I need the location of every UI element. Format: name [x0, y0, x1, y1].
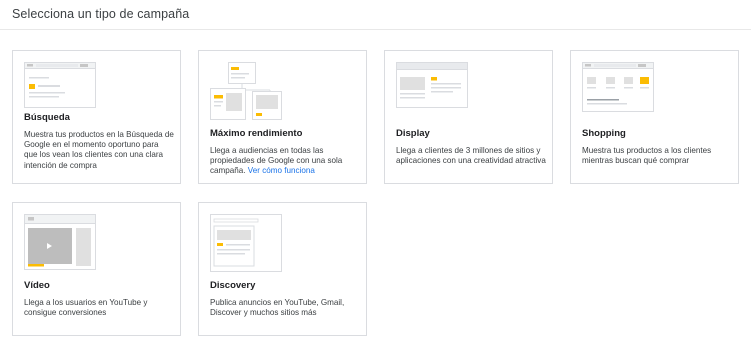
- page-title: Selecciona un tipo de campaña: [12, 7, 190, 21]
- campaign-type-card-performance-max[interactable]: Máximo rendimiento Llega a audiencias en…: [198, 50, 367, 184]
- video-ad-illustration-icon: [24, 214, 96, 270]
- campaign-type-card-shopping[interactable]: Shopping Muestra tus productos a los cli…: [570, 50, 739, 184]
- page-header: Selecciona un tipo de campaña: [0, 0, 751, 30]
- campaign-type-card-discovery[interactable]: Discovery Publica anuncios en YouTube, G…: [198, 202, 367, 336]
- card-description: Llega a los usuarios en YouTube y consig…: [24, 298, 148, 318]
- card-title: Shopping: [582, 128, 626, 139]
- card-description: Muestra tus productos en la Búsqueda de …: [24, 130, 174, 170]
- campaign-type-card-display[interactable]: Display Llega a clientes de 3 millones d…: [384, 50, 553, 184]
- card-title: Display: [396, 128, 430, 139]
- card-title: Máximo rendimiento: [210, 128, 303, 139]
- display-ad-illustration-icon: [396, 62, 468, 108]
- campaign-type-card-search[interactable]: Búsqueda Muestra tus productos en la Bús…: [12, 50, 181, 184]
- learn-how-it-works-link[interactable]: Ver cómo funciona: [248, 166, 315, 175]
- search-ad-illustration-icon: [24, 62, 96, 108]
- card-title: Vídeo: [24, 280, 50, 291]
- performance-max-illustration-icon: [210, 62, 282, 120]
- campaign-type-card-video[interactable]: Vídeo Llega a los usuarios en YouTube y …: [12, 202, 181, 336]
- card-description: Llega a clientes de 3 millones de sitios…: [396, 146, 546, 166]
- card-description: Llega a audiencias en todas las propieda…: [210, 146, 360, 177]
- card-description: Muestra tus productos a los clientes mie…: [582, 146, 712, 166]
- discovery-ad-illustration-icon: [210, 214, 282, 272]
- card-title: Discovery: [210, 280, 256, 291]
- card-description: Publica anuncios en YouTube, Gmail, Disc…: [210, 298, 345, 318]
- shopping-ad-illustration-icon: [582, 62, 654, 112]
- card-title: Búsqueda: [24, 112, 70, 123]
